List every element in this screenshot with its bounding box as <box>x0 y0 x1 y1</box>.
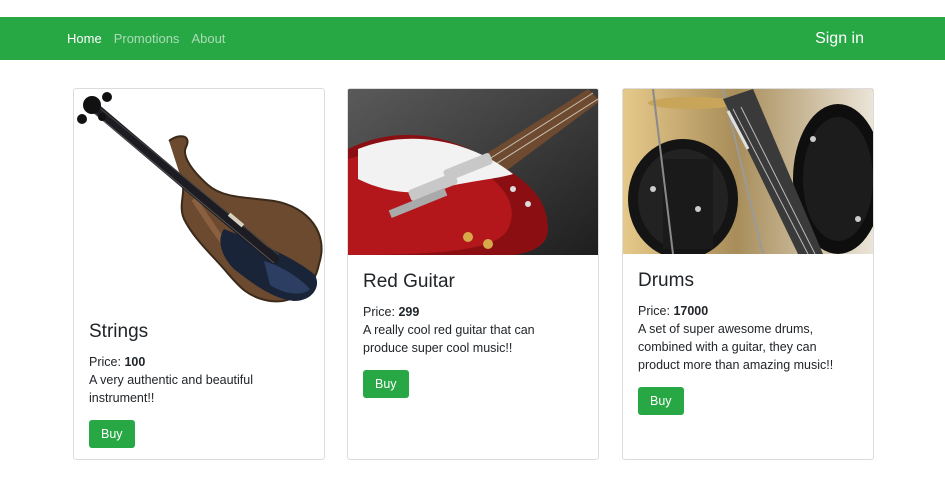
product-image-drums <box>623 89 873 254</box>
price-value: 100 <box>124 355 146 369</box>
buy-button[interactable]: Buy <box>363 370 409 398</box>
product-price: Price: 299 <box>363 303 583 321</box>
product-description: A set of super awesome drums, combined w… <box>638 322 834 372</box>
sign-in-link[interactable]: Sign in <box>815 17 864 60</box>
product-price: Price: 100 <box>89 353 309 371</box>
product-title: Drums <box>638 270 694 291</box>
product-card-strings: Strings Price: 100 A very authentic and … <box>73 88 325 460</box>
price-label: Price: <box>363 305 395 319</box>
nav-promotions-link[interactable]: Promotions <box>114 31 180 46</box>
card-body: Strings Price: 100 A very authentic and … <box>74 311 324 448</box>
price-label: Price: <box>638 304 670 318</box>
price-value: 299 <box>398 305 420 319</box>
price-label: Price: <box>89 355 121 369</box>
card-body: Drums Price: 17000 A set of super awesom… <box>623 254 873 415</box>
nav-links: Home Promotions About <box>67 17 225 60</box>
product-image-violin <box>74 89 324 311</box>
product-card-red-guitar: Red Guitar Price: 299 A really cool red … <box>347 88 599 460</box>
nav-about-link[interactable]: About <box>191 31 225 46</box>
price-value: 17000 <box>673 304 709 318</box>
product-price: Price: 17000 <box>638 302 858 320</box>
buy-button[interactable]: Buy <box>638 387 684 415</box>
buy-button[interactable]: Buy <box>89 420 135 448</box>
product-image-red-guitar <box>348 89 598 255</box>
product-title: Red Guitar <box>363 271 455 292</box>
card-body: Red Guitar Price: 299 A really cool red … <box>348 255 598 398</box>
product-description: A really cool red guitar that can produc… <box>363 323 535 355</box>
product-description: A very authentic and beautiful instrumen… <box>89 373 254 405</box>
nav-home-link[interactable]: Home <box>67 31 102 46</box>
navbar: Home Promotions About Sign in <box>0 17 945 60</box>
product-title: Strings <box>89 321 149 342</box>
product-card-drums: Drums Price: 17000 A set of super awesom… <box>622 88 874 460</box>
